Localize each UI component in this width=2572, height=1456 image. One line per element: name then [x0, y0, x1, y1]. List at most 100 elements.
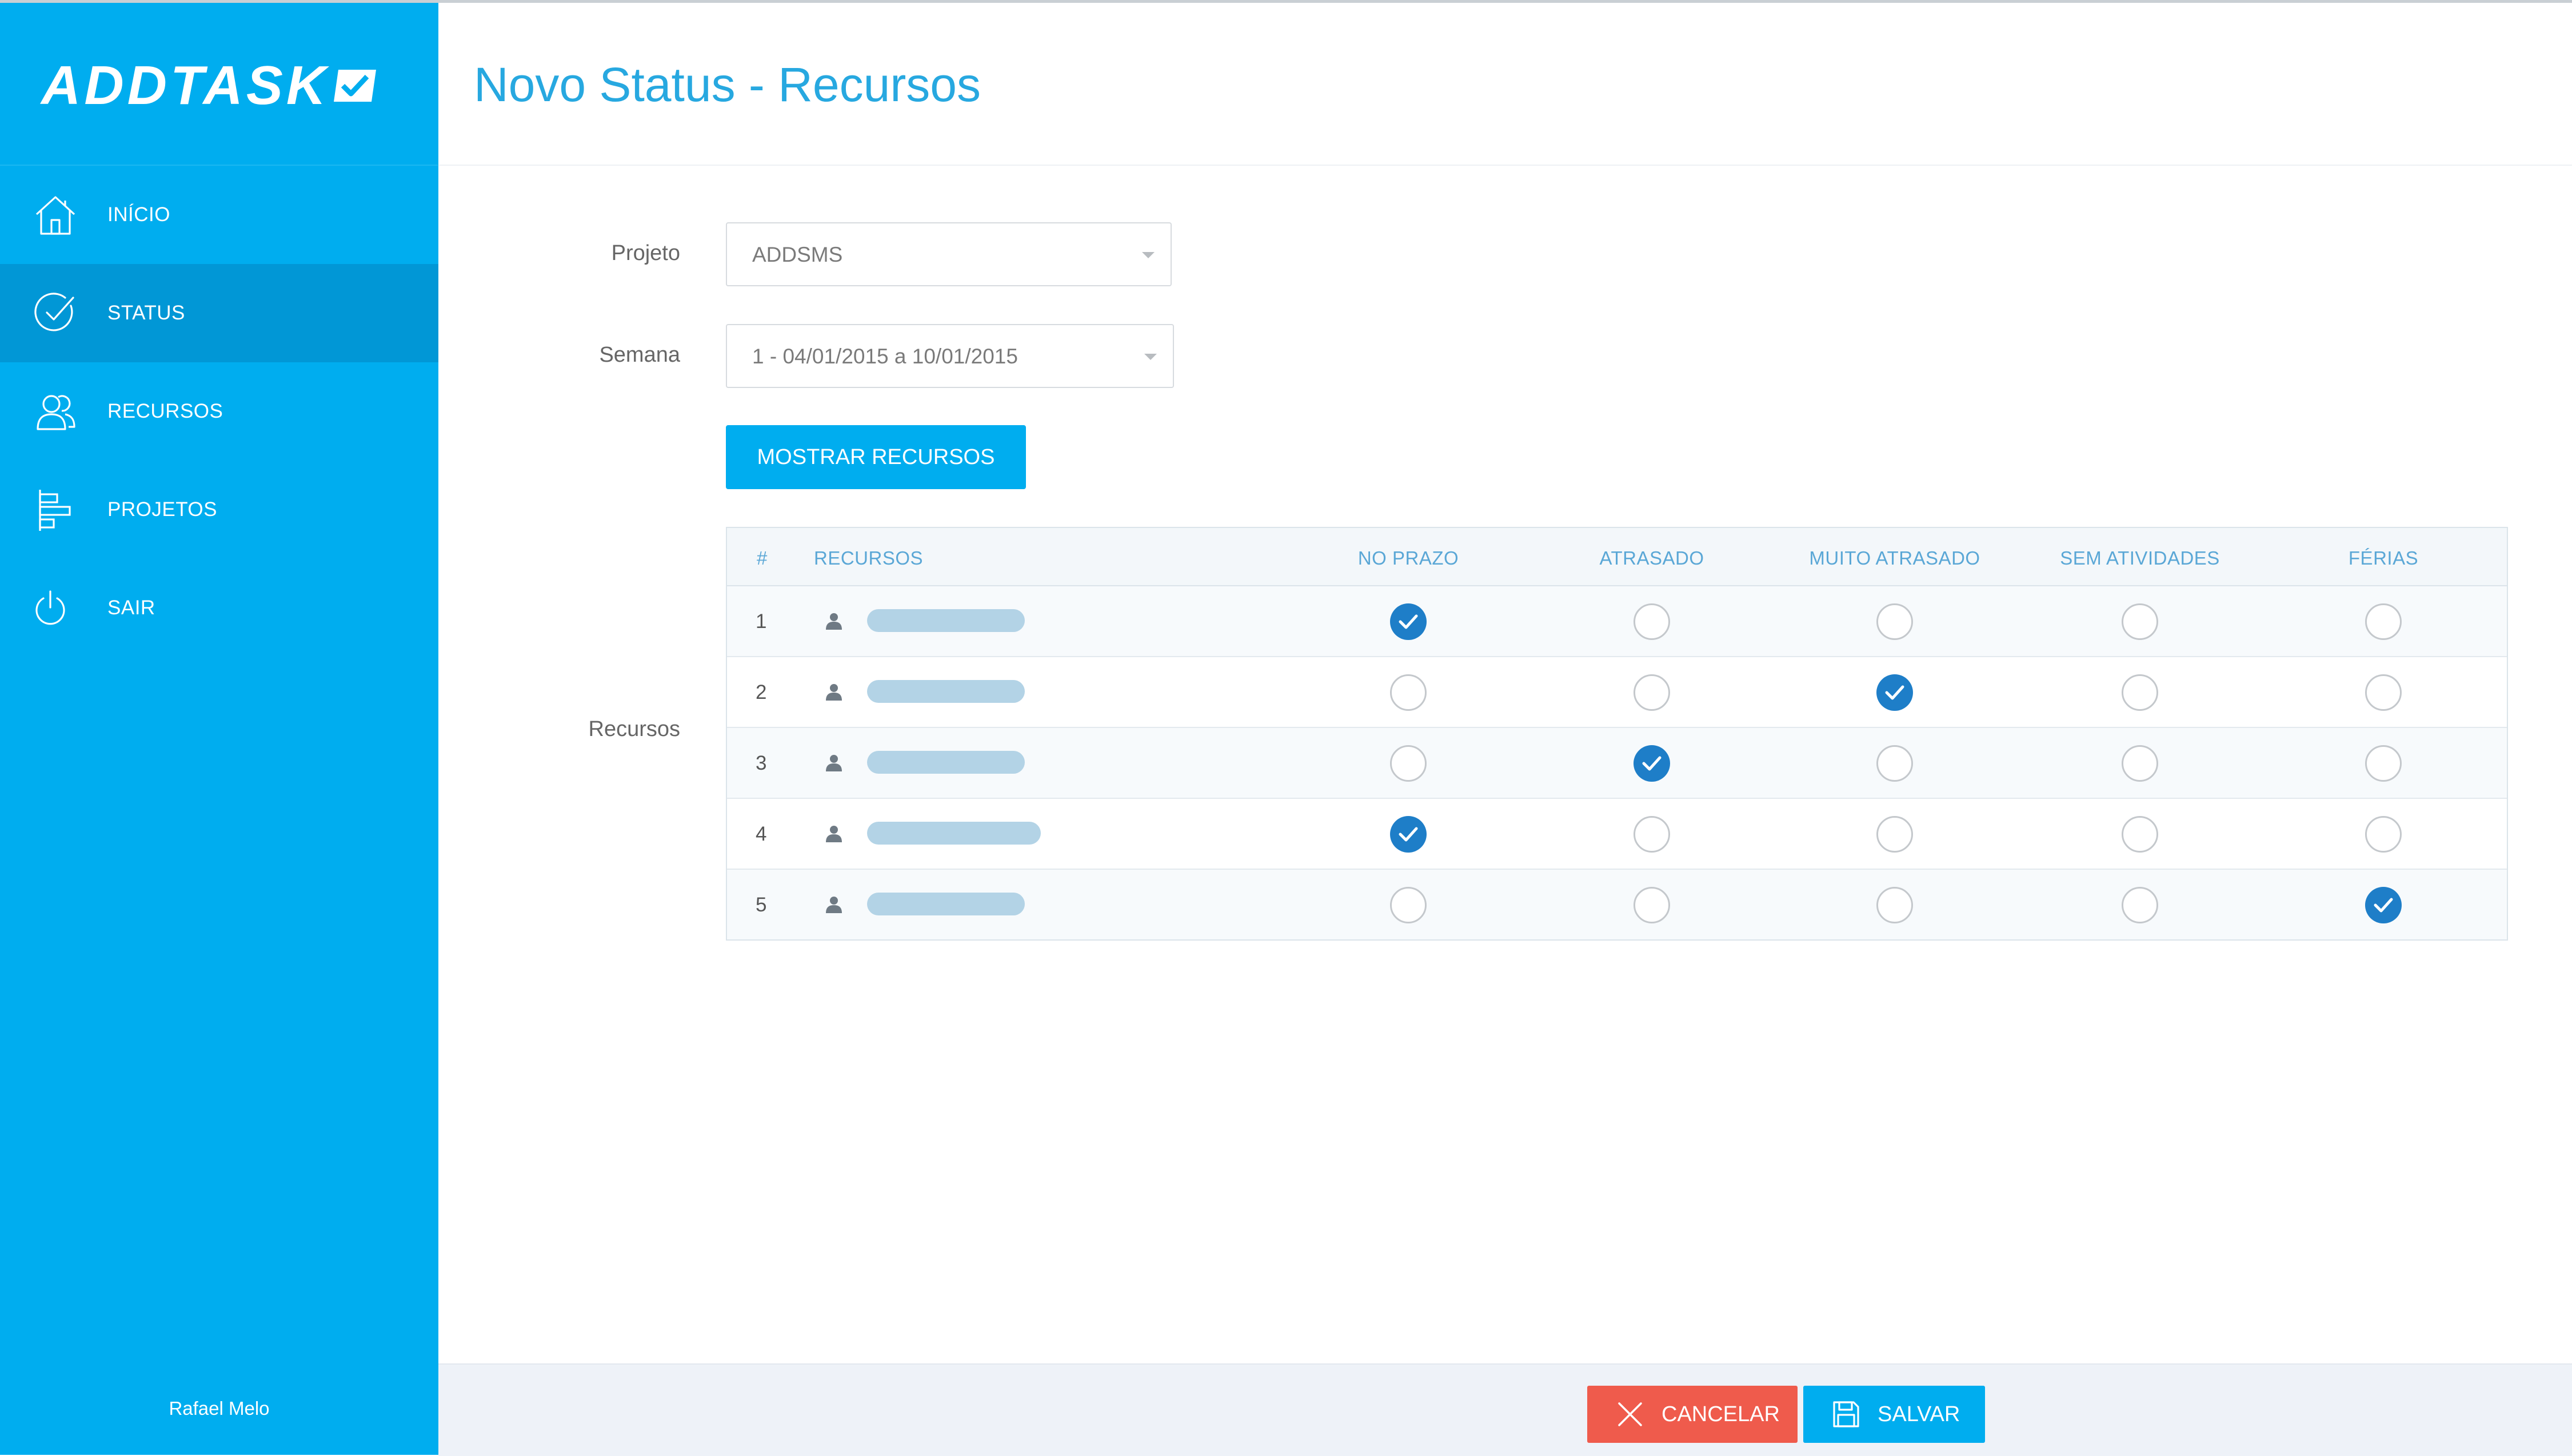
column-header-sem-atividades: SEM ATIVIDADES	[2060, 547, 2220, 569]
page-header: Novo Status - Recursos	[438, 0, 2572, 166]
projeto-select-value: ADDSMS	[752, 243, 843, 266]
check-icon	[1642, 756, 1662, 771]
semana-select-value: 1 - 04/01/2015 a 10/01/2015	[752, 345, 1018, 368]
chevron-down-icon	[1142, 252, 1155, 258]
check-icon	[2374, 898, 2393, 913]
semana-select[interactable]: 1 - 04/01/2015 a 10/01/2015	[726, 324, 1174, 388]
column-header-recursos: RECURSOS	[814, 547, 924, 569]
row-number: 1	[756, 610, 767, 633]
row-number: 4	[756, 823, 767, 845]
status-radio[interactable]	[2365, 603, 2402, 640]
status-radio[interactable]	[2365, 745, 2402, 782]
status-radio[interactable]	[1390, 674, 1427, 711]
status-radio[interactable]	[2122, 816, 2158, 853]
status-radio[interactable]	[2122, 674, 2158, 711]
logo[interactable]: ADDTASK	[41, 55, 378, 116]
person-icon	[826, 755, 842, 771]
sidebar-item-inicio[interactable]: INÍCIO	[0, 166, 438, 264]
status-radio[interactable]	[1390, 603, 1427, 640]
row-number: 2	[756, 681, 767, 703]
projeto-select[interactable]: ADDSMS	[726, 222, 1172, 286]
person-icon	[826, 826, 842, 842]
table-row: 4	[727, 799, 2507, 870]
projeto-label: Projeto	[611, 241, 680, 265]
column-header-number: #	[757, 547, 768, 569]
status-radio[interactable]	[2365, 887, 2402, 923]
footer-bar: CANCELAR SALVAR	[438, 1363, 2572, 1456]
cancel-button-label: CANCELAR	[1662, 1402, 1780, 1426]
status-radio[interactable]	[1634, 887, 1670, 923]
table-row: 2	[727, 657, 2507, 728]
status-radio[interactable]	[2122, 603, 2158, 640]
sidebar-item-projetos[interactable]: PROJETOS	[0, 461, 438, 559]
resource-name-redacted	[867, 680, 1025, 703]
show-resources-button[interactable]: MOSTRAR RECURSOS	[726, 425, 1026, 489]
logo-text: ADDTASK	[41, 55, 330, 116]
sidebar-item-label: PROJETOS	[107, 498, 218, 521]
status-radio[interactable]	[2122, 745, 2158, 782]
semana-label: Semana	[599, 343, 680, 367]
sidebar-item-label: RECURSOS	[107, 400, 223, 422]
column-header-atrasado: ATRASADO	[1599, 547, 1704, 569]
cancel-button[interactable]: CANCELAR	[1587, 1386, 1798, 1443]
users-icon	[37, 395, 75, 430]
row-number: 3	[756, 752, 767, 774]
table-row: 1	[727, 586, 2507, 657]
status-radio[interactable]	[1390, 745, 1427, 782]
check-icon	[1399, 614, 1418, 629]
save-button-label: SALVAR	[1878, 1402, 1960, 1426]
resource-name-redacted	[867, 609, 1025, 632]
projects-icon	[39, 490, 71, 531]
logo-area: ADDTASK	[0, 0, 438, 166]
sidebar: ADDTASK INÍCIO STATUS RECURSOS PROJETOS …	[0, 0, 438, 1455]
page-title: Novo Status - Recursos	[474, 58, 981, 111]
status-radio[interactable]	[2365, 816, 2402, 853]
status-radio[interactable]	[1634, 816, 1670, 853]
close-icon	[1618, 1402, 1642, 1426]
save-button[interactable]: SALVAR	[1803, 1386, 1985, 1443]
sidebar-item-label: INÍCIO	[107, 203, 170, 226]
floppy-disk-icon	[1833, 1401, 1859, 1427]
table-row: 5	[727, 870, 2507, 939]
status-radio[interactable]	[1876, 745, 1913, 782]
power-icon	[35, 590, 65, 625]
resources-table: # RECURSOS NO PRAZO ATRASADO MUITO ATRAS…	[726, 527, 2508, 941]
home-icon	[35, 196, 75, 235]
status-radio[interactable]	[1390, 887, 1427, 923]
sidebar-item-sair[interactable]: SAIR	[0, 559, 438, 657]
status-radio[interactable]	[1634, 745, 1670, 782]
sidebar-item-recursos[interactable]: RECURSOS	[0, 362, 438, 461]
column-header-muito-atrasado: MUITO ATRASADO	[1809, 547, 1980, 569]
person-icon	[826, 897, 842, 913]
check-circle-icon	[34, 293, 74, 331]
check-box-icon	[334, 70, 377, 102]
resource-name-redacted	[867, 822, 1041, 845]
status-radio[interactable]	[1390, 816, 1427, 853]
column-header-no-prazo: NO PRAZO	[1357, 547, 1459, 569]
user-name[interactable]: Rafael Melo	[0, 1398, 438, 1419]
person-icon	[826, 613, 842, 630]
check-icon	[1399, 827, 1418, 842]
sidebar-item-status[interactable]: STATUS	[0, 264, 438, 362]
chevron-down-icon	[1144, 354, 1157, 360]
status-radio[interactable]	[1876, 674, 1913, 711]
table-row: 3	[727, 728, 2507, 799]
status-radio[interactable]	[2365, 674, 2402, 711]
status-radio[interactable]	[1876, 603, 1913, 640]
person-icon	[826, 684, 842, 701]
table-body: 1 2 3 4 5	[727, 586, 2507, 939]
recursos-label: Recursos	[588, 717, 681, 741]
sidebar-item-label: STATUS	[107, 302, 185, 324]
sidebar-nav: INÍCIO STATUS RECURSOS PROJETOS SAIR	[0, 166, 438, 657]
status-radio[interactable]	[2122, 887, 2158, 923]
status-radio[interactable]	[1876, 816, 1913, 853]
status-radio[interactable]	[1876, 887, 1913, 923]
top-border	[0, 0, 2572, 3]
table-header: # RECURSOS NO PRAZO ATRASADO MUITO ATRAS…	[727, 528, 2507, 586]
status-radio[interactable]	[1634, 674, 1670, 711]
check-icon	[1885, 685, 1904, 700]
status-radio[interactable]	[1634, 603, 1670, 640]
column-header-ferias: FÉRIAS	[2348, 547, 2419, 569]
sidebar-item-label: SAIR	[107, 597, 155, 619]
row-number: 5	[756, 894, 767, 916]
